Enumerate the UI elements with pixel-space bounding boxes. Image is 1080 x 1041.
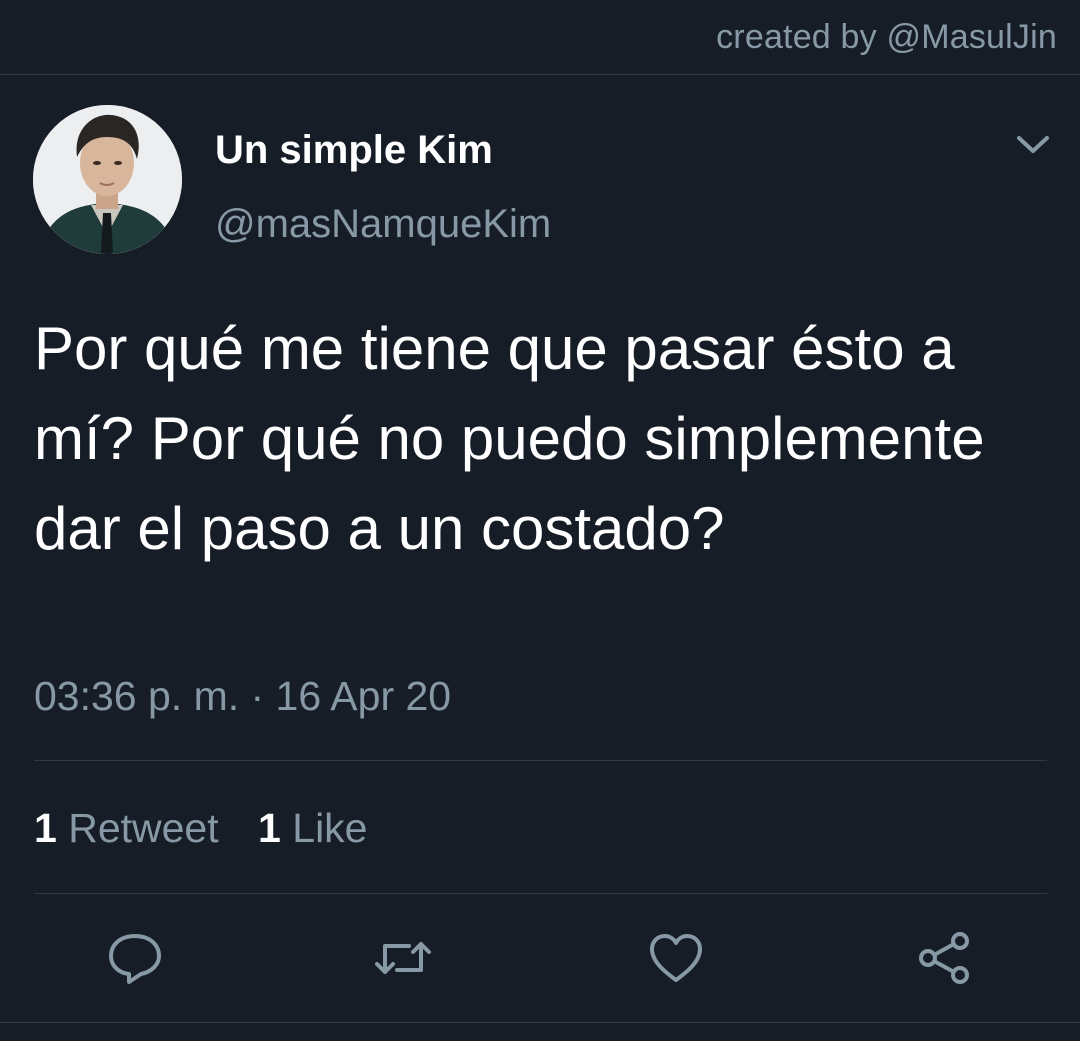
tweet-text: Por qué me tiene que pasar ésto a mí? Po… <box>34 315 985 562</box>
retweet-count-value: 1 <box>34 805 57 851</box>
like-count-value: 1 <box>258 805 281 851</box>
avatar-image <box>33 105 182 254</box>
tweet-timestamp: 03:36 p. m. · 16 Apr 20 <box>34 673 452 719</box>
chevron-down-icon[interactable] <box>1011 128 1055 164</box>
like-icon[interactable] <box>646 928 706 988</box>
divider <box>34 760 1047 761</box>
divider <box>34 893 1047 894</box>
header-divider <box>0 74 1080 75</box>
reply-icon[interactable] <box>105 928 165 988</box>
avatar[interactable] <box>33 105 182 254</box>
share-icon[interactable] <box>914 928 974 988</box>
retweet-count[interactable]: 1 Retweet <box>34 805 219 852</box>
watermark-credit: created by @MasulJin <box>716 18 1057 56</box>
retweet-icon[interactable] <box>373 928 433 988</box>
author-handle[interactable]: @masNamqueKim <box>215 202 551 247</box>
like-count-label: Like <box>292 805 368 851</box>
retweet-count-label: Retweet <box>68 805 219 851</box>
author-display-name[interactable]: Un simple Kim <box>215 128 493 173</box>
tweet-stats: 1 Retweet 1 Like <box>34 805 395 852</box>
footer-divider <box>0 1022 1080 1023</box>
like-count[interactable]: 1 Like <box>258 805 367 852</box>
